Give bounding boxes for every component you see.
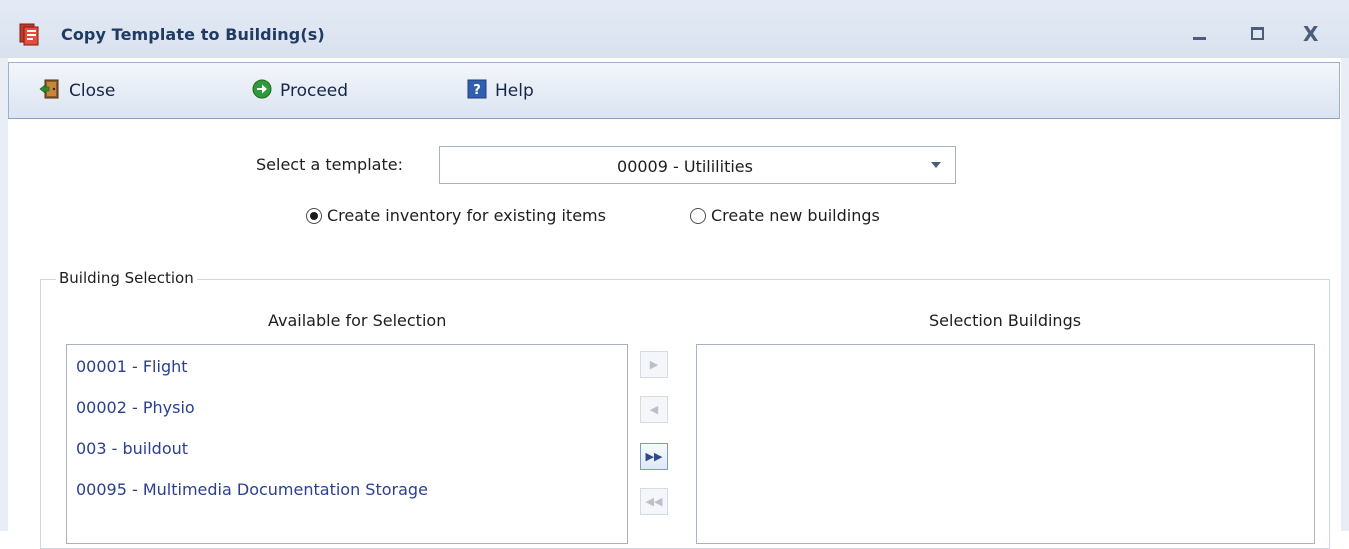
double-arrow-right-icon: ▶▶ [645,450,663,463]
radio-create-new-buildings-label: Create new buildings [711,206,880,225]
template-label: Select a template: [256,155,403,174]
svg-text:?: ? [473,83,481,98]
move-all-left-button[interactable]: ◀◀ [640,488,668,515]
double-arrow-left-icon: ◀◀ [645,495,663,508]
selected-header: Selection Buildings [929,311,1082,330]
close-button[interactable]: Close [39,77,115,105]
help-button[interactable]: ? Help [467,77,534,105]
help-icon: ? [467,79,487,103]
toolbar: Close Proceed ? Help [8,62,1340,119]
window-frame-right [1341,0,1349,531]
building-selection-legend: Building Selection [56,269,197,287]
radio-create-new-buildings[interactable]: Create new buildings [690,206,880,225]
radio-button-checked[interactable] [306,207,322,224]
window-title: Copy Template to Building(s) [61,25,325,44]
arrow-right-icon: ▶ [649,358,659,371]
proceed-button[interactable]: Proceed [252,77,348,105]
available-header: Available for Selection [268,311,447,330]
move-left-button[interactable]: ◀ [640,396,668,423]
radio-create-inventory[interactable]: Create inventory for existing items [306,206,606,225]
close-icon: X [1303,22,1319,46]
selected-list[interactable] [696,344,1315,544]
template-select[interactable]: 00009 - Utililities [439,146,956,184]
radio-create-inventory-label: Create inventory for existing items [327,206,606,225]
close-window-button[interactable]: X [1297,20,1327,46]
move-all-right-button[interactable]: ▶▶ [640,443,668,470]
arrow-right-circle-icon [252,79,272,103]
title-bar[interactable]: Copy Template to Building(s) X [0,0,1349,58]
available-list[interactable]: 00001 - Flight 00002 - Physio 003 - buil… [66,344,628,544]
help-label: Help [495,81,534,101]
template-value: 00009 - Utililities [617,157,753,176]
arrow-left-icon: ◀ [649,403,659,416]
app-icon [19,22,41,46]
dropdown-arrow-icon[interactable] [931,162,941,168]
list-item[interactable]: 003 - buildout [76,439,188,458]
radio-button-unchecked[interactable] [690,207,706,224]
proceed-label: Proceed [280,81,349,101]
list-item[interactable]: 00095 - Multimedia Documentation Storage [76,480,428,499]
exit-door-icon [39,78,61,104]
list-item[interactable]: 00002 - Physio [76,398,195,417]
move-right-button[interactable]: ▶ [640,351,668,378]
list-item[interactable]: 00001 - Flight [76,357,188,376]
window-frame-left [0,0,8,531]
maximize-button[interactable] [1241,20,1271,46]
minimize-button[interactable] [1184,20,1214,46]
close-label: Close [69,81,116,101]
